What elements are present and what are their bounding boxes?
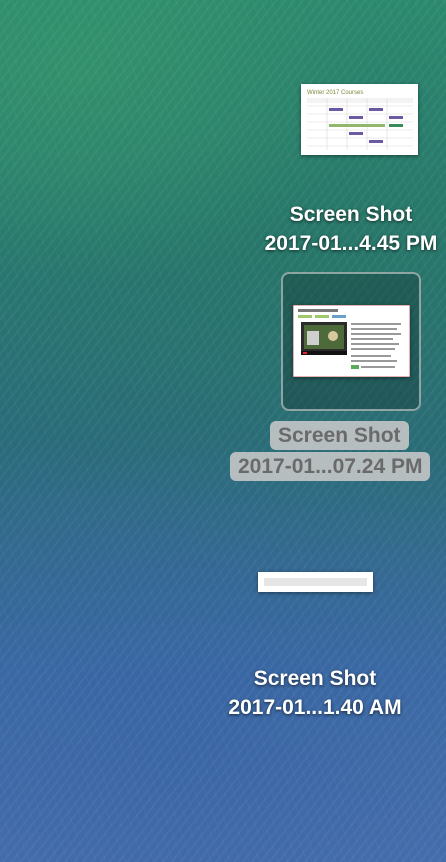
file-name-line1: Screen Shot	[270, 421, 409, 450]
file-name-line1: Screen Shot	[289, 203, 413, 226]
file-label-1[interactable]: Screen Shot 2017-01...4.45 PM	[251, 200, 446, 258]
file-label-3[interactable]: Screen Shot 2017-01...1.40 AM	[200, 664, 430, 722]
file-name-line2: 2017-01...07.24 PM	[230, 452, 431, 481]
file-name-line2: 2017-01...1.40 AM	[228, 696, 402, 719]
thumbnail-title: Winter 2017 Courses	[307, 90, 363, 96]
screenshot-thumbnail-3[interactable]	[258, 572, 373, 592]
file-name-line2: 2017-01...4.45 PM	[264, 232, 438, 255]
screenshot-thumbnail-1[interactable]: Winter 2017 Courses	[301, 84, 418, 155]
file-name-line1: Screen Shot	[253, 667, 377, 690]
screenshot-thumbnail-2[interactable]	[293, 305, 410, 377]
